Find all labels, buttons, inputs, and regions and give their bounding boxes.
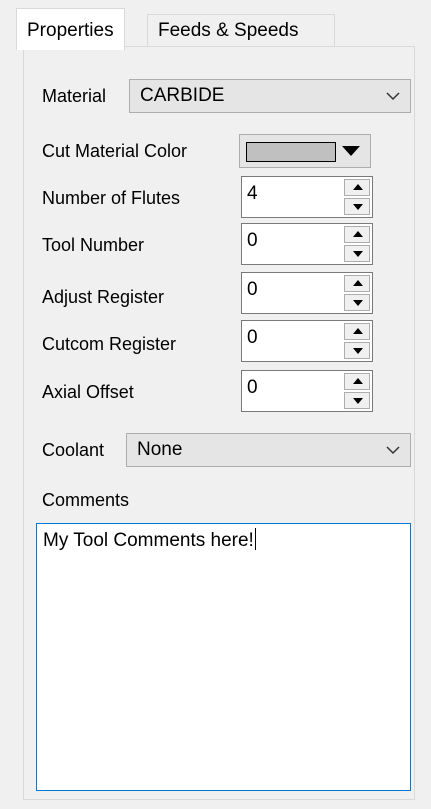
cutcom-register-spinner[interactable]: 0 (241, 320, 373, 362)
axial-offset-spinner[interactable]: 0 (241, 370, 373, 412)
increment-button[interactable] (344, 275, 370, 292)
increment-button[interactable] (344, 323, 370, 340)
dropdown-arrow-icon (342, 146, 360, 156)
arrow-up-icon (353, 280, 363, 286)
comments-textarea[interactable]: My Tool Comments here! (36, 523, 411, 791)
material-dropdown[interactable]: CARBIDE (129, 79, 411, 113)
decrement-button[interactable] (344, 198, 370, 215)
number-of-flutes-label: Number of Flutes (42, 188, 181, 208)
cutcom-register-value: 0 (247, 327, 258, 348)
arrow-up-icon (353, 378, 363, 384)
coolant-value: None (137, 439, 183, 460)
number-of-flutes-spinner[interactable]: 4 (241, 176, 373, 218)
comments-text: My Tool Comments here! (43, 530, 254, 551)
decrement-button[interactable] (344, 342, 370, 359)
tab-feeds-speeds-label: Feeds & Speeds (158, 20, 299, 41)
axial-offset-value: 0 (247, 377, 258, 398)
arrow-down-icon (353, 300, 363, 306)
arrow-down-icon (353, 348, 363, 354)
comments-label: Comments (42, 490, 130, 510)
increment-button[interactable] (344, 179, 370, 196)
decrement-button[interactable] (344, 294, 370, 311)
tool-number-value: 0 (247, 230, 258, 251)
adjust-register-label: Adjust Register (42, 287, 165, 307)
arrow-up-icon (353, 184, 363, 190)
tool-number-spinner[interactable]: 0 (241, 223, 373, 265)
material-value: CARBIDE (140, 85, 225, 106)
decrement-button[interactable] (344, 245, 370, 262)
tab-properties[interactable]: Properties (16, 8, 125, 50)
axial-offset-label: Axial Offset (42, 382, 134, 402)
increment-button[interactable] (344, 226, 370, 243)
cutcom-register-label: Cutcom Register (42, 334, 177, 354)
coolant-dropdown[interactable]: None (126, 433, 411, 467)
number-of-flutes-value: 4 (247, 183, 258, 204)
arrow-down-icon (353, 398, 363, 404)
adjust-register-spinner[interactable]: 0 (241, 272, 373, 314)
chevron-down-icon (386, 446, 400, 455)
adjust-register-value: 0 (247, 279, 258, 300)
tab-feeds-speeds[interactable]: Feeds & Speeds (147, 14, 335, 48)
increment-button[interactable] (344, 373, 370, 390)
chevron-down-icon (386, 92, 400, 101)
decrement-button[interactable] (344, 392, 370, 409)
color-swatch (246, 142, 336, 162)
cut-material-color-label: Cut Material Color (42, 141, 188, 161)
coolant-label: Coolant (42, 440, 105, 460)
arrow-down-icon (353, 204, 363, 210)
text-caret (254, 528, 256, 550)
arrow-down-icon (353, 251, 363, 257)
cut-material-color-picker[interactable] (239, 134, 371, 168)
material-label: Material (42, 86, 107, 106)
arrow-up-icon (353, 328, 363, 334)
arrow-up-icon (353, 231, 363, 237)
tab-properties-label: Properties (27, 20, 114, 41)
tool-number-label: Tool Number (42, 235, 145, 255)
